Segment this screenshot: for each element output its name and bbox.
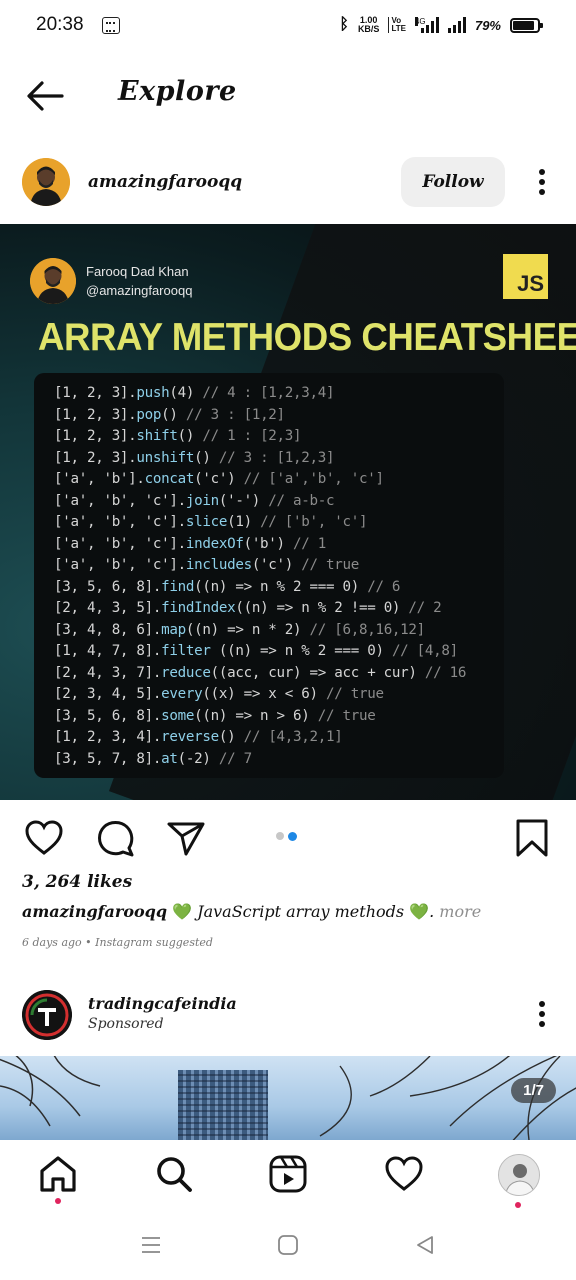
system-navigation <box>0 1216 576 1280</box>
caption-text: JavaScript array methods <box>197 902 405 921</box>
back-triangle-icon[interactable] <box>414 1234 436 1256</box>
code-line: [3, 4, 8, 6].map((n) => n * 2) // [6,8,1… <box>54 621 425 638</box>
post-header: amazingfarooqq Follow <box>0 150 576 214</box>
arrow-left-icon[interactable] <box>24 76 66 116</box>
image-author-name: Farooq Dad Khan <box>86 264 189 279</box>
post-actions <box>0 808 576 868</box>
more-options-icon[interactable] <box>538 168 546 196</box>
profile-avatar[interactable] <box>498 1154 540 1196</box>
code-line: [1, 2, 3, 4].reverse() // [4,3,2,1] <box>54 729 343 745</box>
image-title: ARRAY METHODS CHEATSHEET <box>38 316 576 359</box>
caption-more-link[interactable]: more <box>439 902 481 921</box>
send-icon[interactable] <box>166 818 206 858</box>
bluetooth-icon: ᛒ <box>339 16 349 33</box>
code-line: [1, 4, 7, 8].filter ((n) => n % 2 === 0)… <box>54 643 458 659</box>
battery-icon <box>510 17 543 33</box>
follow-button[interactable]: Follow <box>401 157 505 207</box>
carousel-counter: 1/7 <box>511 1078 556 1103</box>
post-meta: 6 days ago • Instagram suggested <box>22 936 213 949</box>
js-logo: JS <box>503 254 548 299</box>
post2-username[interactable]: tradingcafeindia <box>88 994 237 1013</box>
signal-icon-2 <box>447 17 466 33</box>
more-options-icon[interactable] <box>538 1000 546 1028</box>
code-line: [3, 5, 6, 8].some((n) => n > 6) // true <box>54 707 376 724</box>
code-line: ['a', 'b', 'c'].slice(1) // ['b', 'c'] <box>54 514 368 530</box>
sponsored-label: Sponsored <box>88 1016 164 1032</box>
comment-icon[interactable] <box>96 818 136 858</box>
tree-branches-image <box>0 1056 101 1127</box>
code-line: ['a', 'b', 'c'].join('-') // a-b-c <box>54 492 335 509</box>
carousel-indicator <box>276 832 297 841</box>
code-line: [2, 3, 4, 5].every((x) => x < 6) // true <box>54 686 384 702</box>
bottom-navigation <box>0 1140 576 1216</box>
code-line: ['a', 'b', 'c'].indexOf('b') // 1 <box>54 535 326 552</box>
code-line: [2, 4, 3, 5].findIndex((n) => n % 2 !== … <box>54 600 442 616</box>
home-notification-dot <box>55 1198 61 1204</box>
like-count[interactable]: 3, 264 likes <box>22 872 132 892</box>
post-username[interactable]: amazingfarooqq <box>88 172 242 192</box>
page-title: Explore <box>118 76 237 107</box>
caption-username[interactable]: amazingfarooqq <box>22 902 167 921</box>
heart-icon[interactable] <box>24 818 64 858</box>
status-time: 20:38 <box>36 14 84 35</box>
avatar[interactable] <box>22 990 72 1040</box>
building-image <box>178 1070 268 1140</box>
bookmark-icon[interactable] <box>512 818 552 858</box>
image-author-handle: @amazingfarooqq <box>86 283 193 298</box>
heart-icon[interactable] <box>384 1154 424 1194</box>
code-line: [1, 2, 3].push(4) // 4 : [1,2,3,4] <box>54 385 335 401</box>
code-line: [3, 5, 7, 8].at(-2) // 7 <box>54 750 252 767</box>
menu-icon[interactable] <box>140 1234 162 1256</box>
image-author: Farooq Dad Khan @amazingfarooqq <box>86 262 192 300</box>
code-line: ['a', 'b'].concat('c') // ['a','b', 'c'] <box>54 471 384 487</box>
code-line: ['a', 'b', 'c'].includes('c') // true <box>54 557 359 573</box>
battery-percent: 79% <box>474 17 501 33</box>
top-header: Explore <box>0 60 576 132</box>
image-author-avatar <box>30 258 76 304</box>
code-line: [2, 4, 3, 7].reduce((acc, cur) => acc + … <box>54 664 467 681</box>
post2-image[interactable]: 1/7 <box>0 1056 576 1140</box>
volte-indicator: Vo LTE <box>388 17 406 33</box>
status-indicators: ᛒ 1.00 KB/S Vo LTE 4G 79% <box>339 13 543 37</box>
status-bar: 20:38 ᛒ 1.00 KB/S Vo LTE 4G 79% <box>0 0 576 50</box>
network-speed: 1.00 KB/S <box>357 15 380 34</box>
home-button-icon[interactable] <box>277 1234 299 1256</box>
code-block: [1, 2, 3].push(4) // 4 : [1,2,3,4] [1, 2,… <box>34 373 504 778</box>
post-image[interactable]: Farooq Dad Khan @amazingfarooqq JS ARRAY… <box>0 224 576 800</box>
caption: amazingfarooqq 💚 JavaScript array method… <box>22 902 482 921</box>
profile-notification-dot <box>515 1202 521 1208</box>
code-line: [1, 2, 3].unshift() // 3 : [1,2,3] <box>54 449 335 466</box>
reels-icon[interactable] <box>268 1154 308 1194</box>
code-line: [1, 2, 3].shift() // 1 : [2,3] <box>54 428 302 444</box>
post2-header: tradingcafeindia Sponsored <box>0 984 576 1048</box>
search-icon[interactable] <box>154 1154 194 1194</box>
home-icon[interactable] <box>38 1154 78 1194</box>
sim-icon <box>102 17 120 34</box>
signal-icon: 4G <box>414 17 439 33</box>
code-line: [3, 5, 6, 8].find((n) => n % 2 === 0) //… <box>54 578 401 595</box>
avatar[interactable] <box>22 158 70 206</box>
code-line: [1, 2, 3].pop() // 3 : [1,2] <box>54 406 285 423</box>
